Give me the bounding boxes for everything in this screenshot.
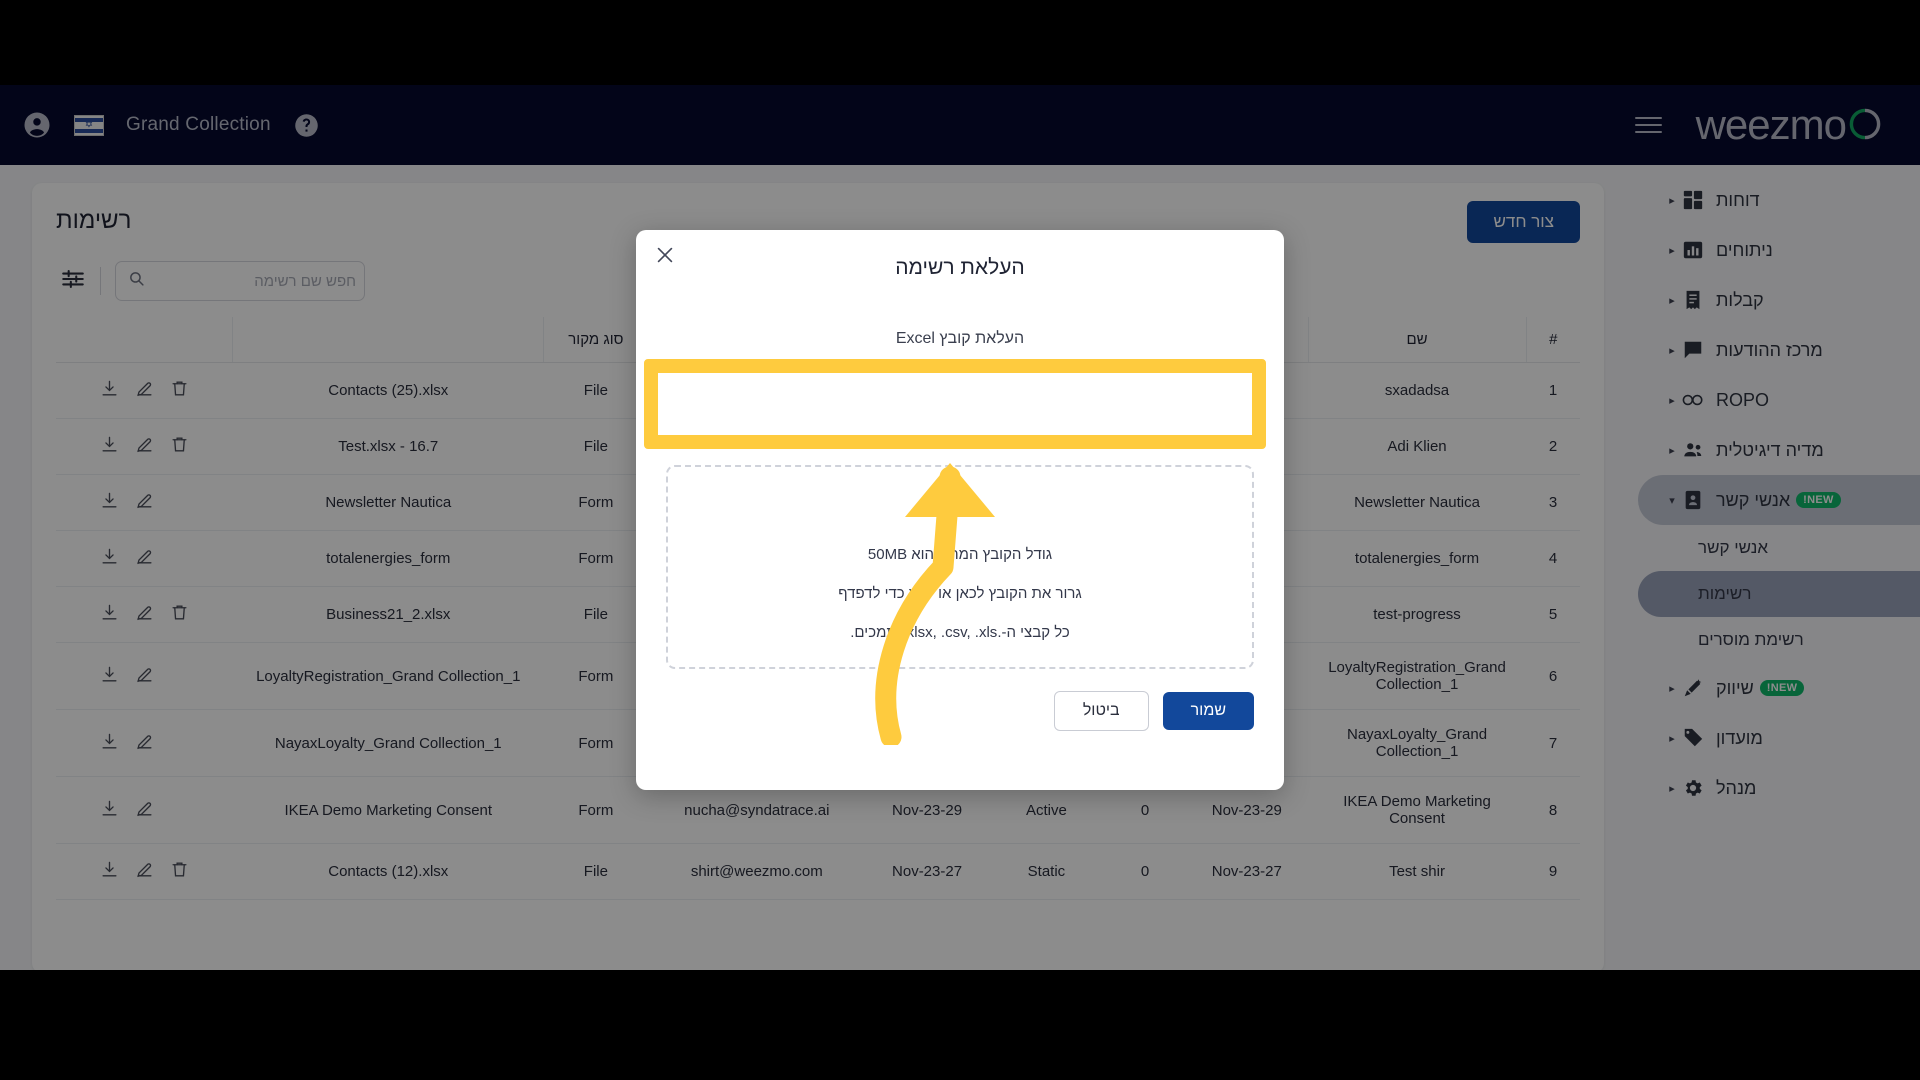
annotation-highlight-box [644,359,1266,449]
modal-action-buttons: שמור ביטול [666,691,1254,731]
screenshot-root: ✡ Grand Collection weezmo דוחות ▸ ניתוחי… [0,0,1920,1080]
save-button[interactable]: שמור [1162,692,1254,730]
cancel-button[interactable]: ביטול [1053,691,1149,731]
dropzone-formats-text: כל קבצי ה-.xlsx, .csv, .xls נתמכים. [850,624,1070,641]
modal-subtitle: העלאת קובץ Excel [895,330,1025,347]
upload-list-modal: העלאת רשימה העלאת קובץ Excel * שם הרשימה… [636,230,1284,790]
dropzone-max-size-text: גודל הקובץ המרבי הוא 50MB [867,546,1053,563]
file-dropzone[interactable]: גודל הקובץ המרבי הוא 50MB גרור את הקובץ … [666,465,1254,669]
dropzone-drag-text: גרור את הקובץ לכאן או לחץ כדי לדפדף [838,585,1082,602]
modal-title: העלאת רשימה [895,256,1025,279]
upload-inbox-icon [947,493,973,524]
close-icon[interactable] [654,244,676,266]
application-window: ✡ Grand Collection weezmo דוחות ▸ ניתוחי… [0,85,1920,970]
